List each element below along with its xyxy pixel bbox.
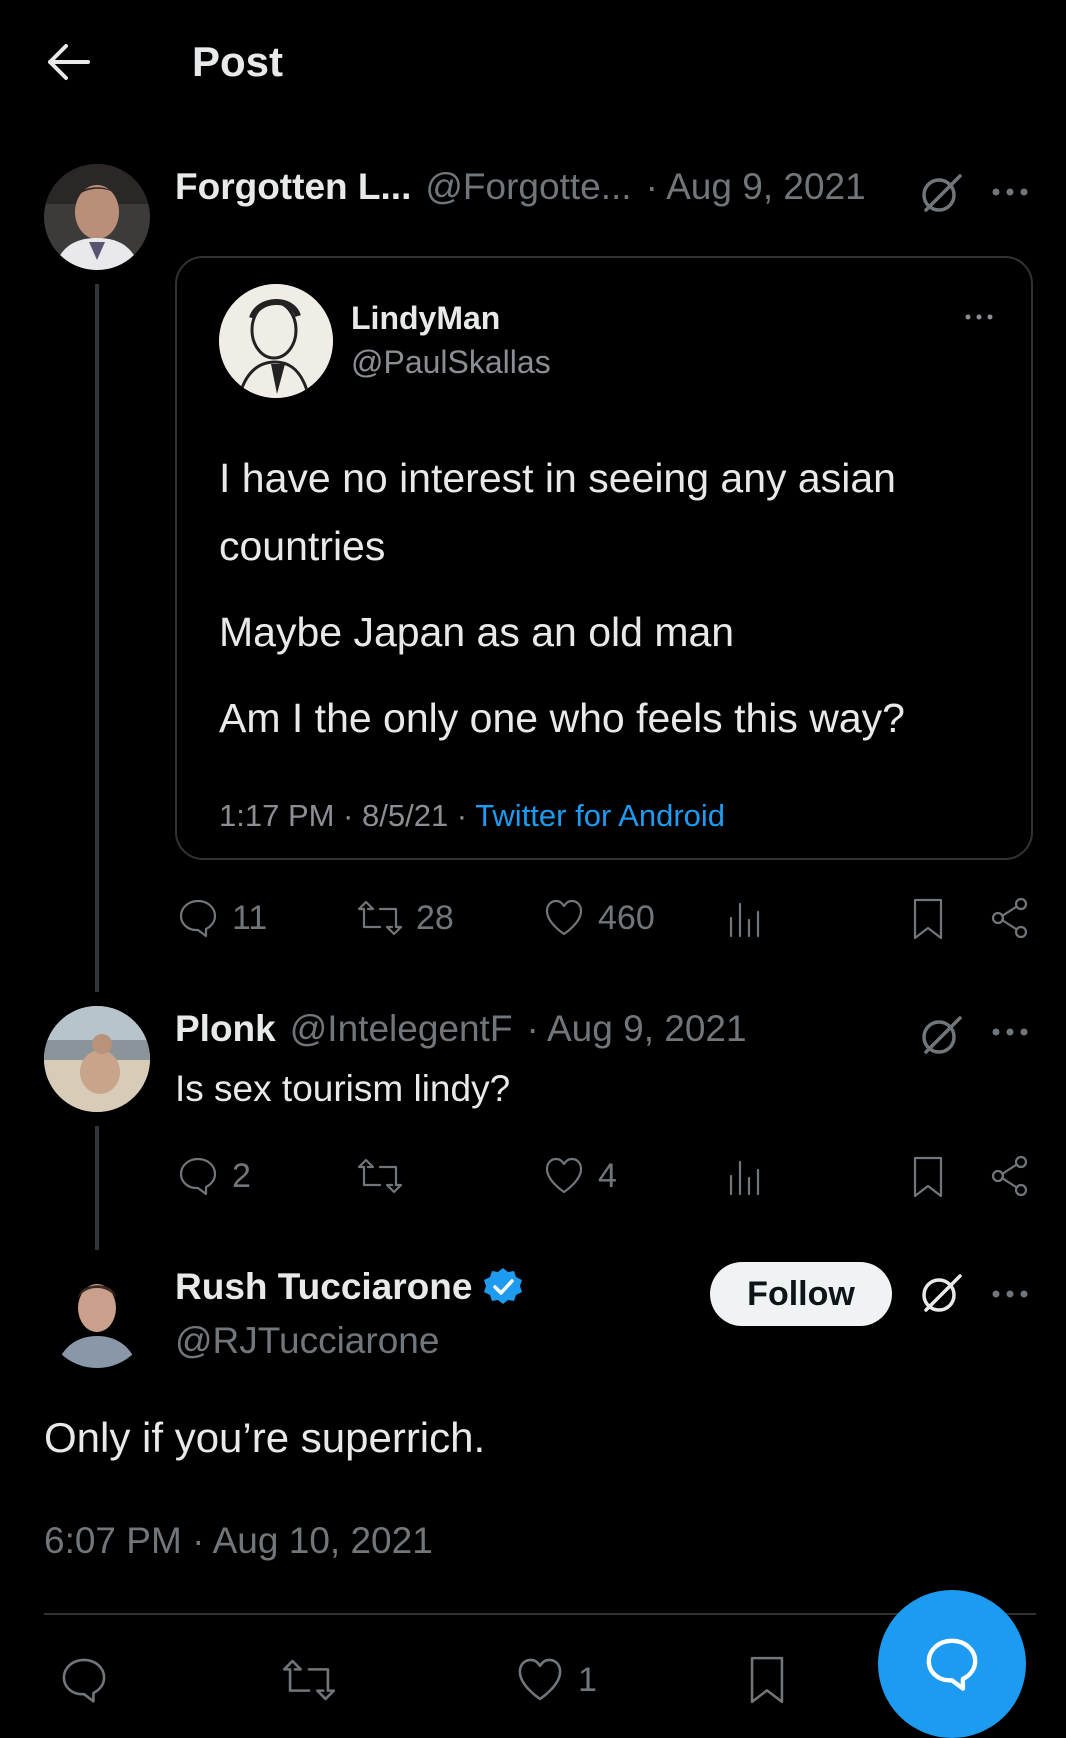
views-button[interactable]	[726, 896, 766, 940]
views-icon	[729, 902, 760, 938]
bookmark-icon	[913, 1156, 943, 1198]
repost-button[interactable]	[356, 1154, 404, 1198]
reply-bubble-icon	[926, 1638, 978, 1691]
more-icon[interactable]	[990, 182, 1030, 202]
repost-count: 28	[416, 898, 454, 937]
compose-reply-fab[interactable]	[878, 1590, 1026, 1738]
repost-icon	[282, 1659, 336, 1701]
like-count: 1	[578, 1660, 597, 1699]
bookmark-button[interactable]	[744, 1652, 790, 1708]
bookmark-icon	[750, 1656, 784, 1704]
views-button[interactable]	[726, 1154, 766, 1198]
divider	[44, 1613, 1036, 1615]
reply-icon	[179, 1157, 217, 1196]
author-name[interactable]: Plonk	[175, 1008, 276, 1050]
repost-icon	[357, 900, 403, 936]
back-arrow-icon[interactable]	[44, 42, 92, 82]
follow-button[interactable]: Follow	[710, 1262, 892, 1326]
page-title: Post	[192, 38, 284, 85]
author-name[interactable]: Rush Tucciarone	[175, 1266, 472, 1308]
share-icon	[991, 897, 1028, 939]
author-handle[interactable]: @Forgotte...	[425, 166, 631, 208]
quoted-image[interactable]: LindyMan @PaulSkallas I have no interest…	[175, 256, 1033, 860]
quoted-text-line: Maybe Japan as an old man	[219, 609, 735, 655]
post-text: Is sex tourism lindy?	[175, 1068, 511, 1109]
like-button[interactable]: 4	[542, 1154, 617, 1198]
bookmark-icon	[913, 898, 943, 940]
share-button[interactable]	[988, 1154, 1032, 1198]
more-icon[interactable]	[990, 1284, 1030, 1304]
repost-button[interactable]: 28	[356, 896, 454, 940]
like-count: 4	[598, 1156, 617, 1195]
reply-button[interactable]: 11	[176, 896, 267, 940]
post-date[interactable]: · Aug 9, 2021	[526, 1008, 746, 1050]
views-icon	[729, 1160, 760, 1196]
thread-line	[95, 1126, 99, 1250]
bookmark-button[interactable]	[908, 1154, 948, 1200]
author-handle[interactable]: @IntelegentF	[290, 1008, 513, 1050]
grok-icon[interactable]	[918, 170, 964, 216]
thread-line	[95, 284, 99, 992]
reply-button[interactable]	[58, 1654, 110, 1706]
more-icon[interactable]	[990, 1022, 1030, 1042]
repost-icon	[357, 1158, 403, 1194]
verified-badge-icon	[484, 1268, 523, 1304]
bookmark-button[interactable]	[908, 896, 948, 942]
avatar[interactable]	[44, 1262, 150, 1368]
reply-count: 2	[232, 1156, 251, 1195]
heart-icon	[545, 899, 583, 936]
reply-icon	[62, 1658, 106, 1703]
quoted-avatar	[219, 284, 333, 398]
reply-icon	[179, 899, 217, 938]
quoted-text-line: I have no interest in seeing any asian	[219, 455, 896, 501]
quoted-source: Twitter for Android	[475, 798, 726, 833]
share-button[interactable]	[988, 896, 1032, 940]
quoted-more-icon	[963, 310, 995, 324]
like-button[interactable]: 460	[542, 896, 655, 940]
quoted-text-line: countries	[219, 523, 386, 569]
like-button[interactable]: 1	[514, 1654, 597, 1706]
grok-icon[interactable]	[918, 1270, 964, 1316]
heart-icon	[518, 1658, 562, 1701]
quoted-handle: @PaulSkallas	[351, 344, 551, 380]
reply-count: 11	[232, 898, 268, 937]
repost-button[interactable]	[280, 1654, 338, 1706]
avatar[interactable]	[44, 164, 150, 270]
author-handle[interactable]: @RJTucciarone	[175, 1320, 439, 1362]
quoted-text-line: Am I the only one who feels this way?	[219, 695, 905, 741]
quoted-name: LindyMan	[351, 300, 501, 336]
reply-button[interactable]: 2	[176, 1154, 251, 1198]
heart-icon	[545, 1157, 583, 1194]
quoted-timestamp: 1:17 PM · 8/5/21 ·	[219, 798, 468, 833]
post-timestamp[interactable]: 6:07 PM · Aug 10, 2021	[44, 1520, 433, 1562]
like-count: 460	[598, 898, 655, 937]
grok-icon[interactable]	[918, 1012, 964, 1058]
avatar[interactable]	[44, 1006, 150, 1112]
share-icon	[991, 1155, 1028, 1197]
post-date[interactable]: · Aug 9, 2021	[646, 166, 866, 208]
author-name[interactable]: Forgotten L...	[175, 166, 411, 208]
post-text: Only if you’re superrich.	[44, 1414, 486, 1461]
